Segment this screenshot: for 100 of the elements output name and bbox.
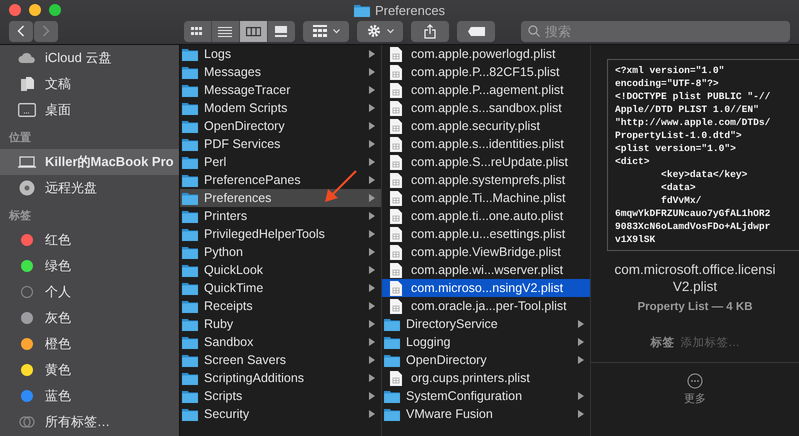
folder-row[interactable]: Ruby — [180, 315, 381, 333]
folder-row[interactable]: Sandbox — [180, 333, 381, 351]
folder-row[interactable]: MessageTracer — [180, 81, 381, 99]
folder-icon — [182, 354, 198, 366]
file-row[interactable]: com.apple.powerlogd.plist — [382, 45, 590, 63]
disclosure-arrow-icon — [578, 338, 584, 346]
tag-button[interactable] — [457, 20, 495, 42]
action-button[interactable] — [357, 20, 403, 42]
sidebar-item[interactable]: iCloud 云盘 — [0, 45, 179, 71]
file-name: Python — [204, 245, 244, 259]
documents-icon — [19, 76, 35, 92]
folder-row[interactable]: OpenDirectory — [382, 351, 590, 369]
file-row[interactable]: com.apple.u...esettings.plist — [382, 225, 590, 243]
folder-row[interactable]: VMware Fusion — [382, 405, 590, 423]
file-name: MessageTracer — [204, 83, 292, 97]
sidebar-tag[interactable]: 橙色 — [0, 331, 179, 357]
folder-row[interactable]: Python — [180, 243, 381, 261]
gallery-icon — [275, 26, 287, 36]
sidebar-item[interactable]: 桌面 — [0, 97, 179, 123]
sidebar-tag[interactable]: 灰色 — [0, 305, 179, 331]
desktop-icon — [18, 103, 36, 117]
file-row[interactable]: com.apple.P...agement.plist — [382, 81, 590, 99]
document-icon — [390, 280, 402, 296]
file-row[interactable]: com.apple.Ti...Machine.plist — [382, 189, 590, 207]
document-icon — [390, 154, 402, 170]
folder-icon — [182, 300, 198, 312]
sidebar-section-header: 位置 — [8, 130, 32, 146]
folder-icon — [182, 336, 198, 348]
group-button[interactable] — [303, 20, 349, 42]
file-row[interactable]: com.oracle.ja...per-Tool.plist — [382, 297, 590, 315]
sidebar-item[interactable]: Killer的MacBook Pro — [0, 149, 179, 175]
more-button[interactable]: 更多 — [591, 362, 799, 407]
folder-icon — [182, 264, 198, 276]
folder-row[interactable]: PrivilegedHelperTools — [180, 225, 381, 243]
file-name: com.apple.ViewBridge.plist — [411, 245, 562, 259]
file-row[interactable]: com.apple.s...identities.plist — [382, 135, 590, 153]
sidebar-tag[interactable]: 红色 — [0, 227, 179, 253]
folder-row[interactable]: ScriptingAdditions — [180, 369, 381, 387]
folder-icon — [384, 390, 400, 402]
view-mode-button[interactable] — [212, 20, 239, 42]
view-mode-button[interactable] — [240, 20, 267, 42]
sidebar-item[interactable]: 文稿 — [0, 71, 179, 97]
folder-row[interactable]: SystemConfiguration — [382, 387, 590, 405]
file-row[interactable]: com.apple.security.plist — [382, 117, 590, 135]
file-row[interactable]: com.apple.P...82CF15.plist — [382, 63, 590, 81]
file-name: com.apple.systemprefs.plist — [411, 173, 566, 187]
file-row[interactable]: org.cups.printers.plist — [382, 369, 590, 387]
folder-row[interactable]: Screen Savers — [180, 351, 381, 369]
disclosure-arrow-icon — [369, 230, 375, 238]
view-mode-button[interactable] — [184, 20, 211, 42]
document-icon — [390, 208, 402, 224]
folder-row[interactable]: Messages — [180, 63, 381, 81]
sidebar-tag[interactable]: 黄色 — [0, 357, 179, 383]
file-row[interactable]: com.apple.S...reUpdate.plist — [382, 153, 590, 171]
folder-row[interactable]: Scripts — [180, 387, 381, 405]
cloud-icon — [18, 52, 36, 64]
sidebar-label: 文稿 — [45, 75, 71, 93]
folder-row[interactable]: Modem Scripts — [180, 99, 381, 117]
folder-row[interactable]: Preferences — [180, 189, 381, 207]
file-name: Messages — [204, 65, 262, 79]
sidebar-tag[interactable]: 蓝色 — [0, 383, 179, 409]
folder-row[interactable]: Security — [180, 405, 381, 423]
file-row[interactable]: com.microso...nsingV2.plist — [382, 279, 590, 297]
file-preview: <?xml version="1.0" encoding="UTF-8"?> <!DOCTYPE plist PUBLIC "-// Apple//DTD PLIST 1.0//EN" "http://www.apple.com/DTDs/ PropertyList-1.0.dtd"> <plist version="1.0"> <dict> <key>data</key> <data> fdVvMx/ 6mqwYkDFRZUNcauo7yGfAL1hOR2 9083XcN6oLamdVosFDo+ALjdwpr v1X9lSK — [607, 59, 799, 251]
folder-row[interactable]: Logs — [180, 45, 381, 63]
disclosure-arrow-icon — [369, 212, 375, 220]
folder-row[interactable]: QuickLook — [180, 261, 381, 279]
folder-row[interactable]: DirectoryService — [382, 315, 590, 333]
folder-row[interactable]: Perl — [180, 153, 381, 171]
folder-row[interactable]: PreferencePanes — [180, 171, 381, 189]
folder-row[interactable]: Receipts — [180, 297, 381, 315]
folder-row[interactable]: Logging — [382, 333, 590, 351]
search-field[interactable]: 搜索 — [521, 20, 790, 42]
zoom-button[interactable] — [49, 4, 61, 16]
file-name: DirectoryService — [406, 317, 499, 331]
sidebar-tag[interactable]: 个人 — [0, 279, 179, 305]
file-name: Logging — [406, 335, 452, 349]
file-row[interactable]: com.apple.s...sandbox.plist — [382, 99, 590, 117]
folder-icon — [182, 408, 198, 420]
file-name: SystemConfiguration — [406, 389, 524, 403]
folder-row[interactable]: Printers — [180, 207, 381, 225]
tag-label: 蓝色 — [45, 387, 71, 405]
folder-icon — [182, 390, 198, 402]
share-button[interactable] — [411, 20, 449, 42]
back-button[interactable] — [9, 20, 33, 42]
folder-row[interactable]: PDF Services — [180, 135, 381, 153]
view-mode-button[interactable] — [268, 20, 295, 42]
sidebar-tag[interactable]: 绿色 — [0, 253, 179, 279]
sidebar-item[interactable]: 所有标签… — [0, 409, 179, 435]
disclosure-arrow-icon — [369, 194, 375, 202]
minimize-button[interactable] — [29, 4, 41, 16]
sidebar-item[interactable]: 远程光盘 — [0, 175, 179, 201]
file-row[interactable]: com.apple.ViewBridge.plist — [382, 243, 590, 261]
folder-row[interactable]: QuickTime — [180, 279, 381, 297]
folder-row[interactable]: OpenDirectory — [180, 117, 381, 135]
file-row[interactable]: com.apple.wi...wserver.plist — [382, 261, 590, 279]
file-row[interactable]: com.apple.systemprefs.plist — [382, 171, 590, 189]
file-row[interactable]: com.apple.ti...one.auto.plist — [382, 207, 590, 225]
file-name: com.apple.S...reUpdate.plist — [411, 155, 570, 169]
close-button[interactable] — [9, 4, 21, 16]
